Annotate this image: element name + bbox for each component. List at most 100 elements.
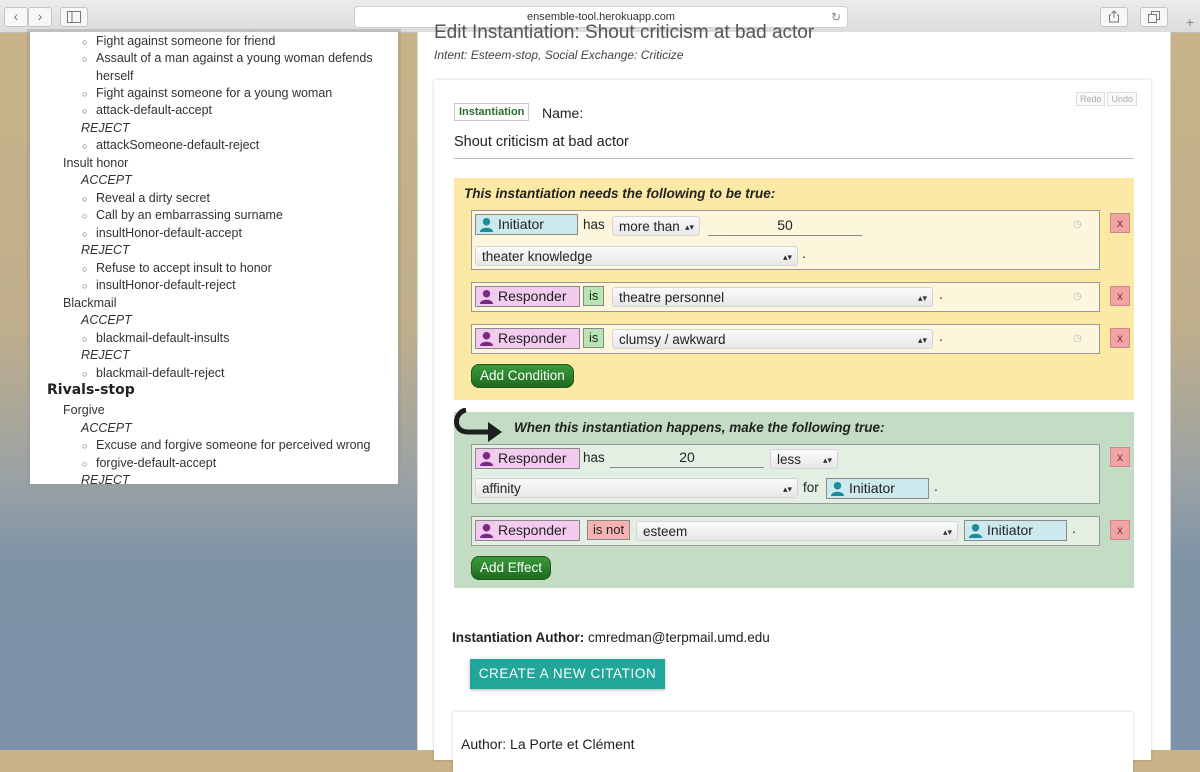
- responder-role[interactable]: Responder: [475, 328, 580, 349]
- select-caret-icon: ▴▾: [782, 484, 792, 494]
- initiator-role[interactable]: Initiator: [964, 520, 1067, 541]
- condition-row: Responder is theatre personnel ▴▾ . ◷: [471, 282, 1100, 312]
- sentence-end: .: [1072, 520, 1076, 536]
- tree-item[interactable]: Reveal a dirty secret: [30, 190, 210, 208]
- predicate-value: theater knowledge: [482, 249, 593, 264]
- tree-item[interactable]: Assault of a man against a young woman d…: [30, 50, 373, 68]
- delete-effect-button[interactable]: x: [1110, 447, 1130, 467]
- person-icon: [479, 523, 494, 538]
- delete-condition-button[interactable]: x: [1110, 328, 1130, 348]
- tree-category: Blackmail: [63, 296, 117, 310]
- select-caret-icon: ▴▾: [822, 455, 832, 465]
- tree-item[interactable]: attack-default-accept: [30, 102, 212, 120]
- history-controls: Redo Undo: [1074, 92, 1137, 106]
- effect-row: Responder has 20 less ▴▾ affinity ▴▾ for I…: [471, 444, 1100, 504]
- tree-item[interactable]: Fight against someone for a young woman: [30, 85, 332, 103]
- delete-condition-button[interactable]: x: [1110, 213, 1130, 233]
- tree-item[interactable]: Fight against someone for friend: [30, 33, 275, 51]
- responder-role[interactable]: Responder: [475, 448, 580, 469]
- person-icon: [479, 451, 494, 466]
- tree-category: Insult honor: [63, 156, 129, 170]
- direction-value: less: [777, 452, 802, 467]
- reload-icon[interactable]: ↻: [831, 7, 841, 27]
- effects-title: When this instantiation happens, make th…: [514, 420, 885, 435]
- sentence-end: .: [802, 245, 806, 261]
- sentence-end: .: [934, 478, 938, 494]
- select-caret-icon: ▴▾: [942, 527, 952, 537]
- clock-icon[interactable]: ◷: [1073, 291, 1082, 302]
- intent-line: Intent: Esteem-stop, Social Exchange: Cr…: [434, 48, 684, 62]
- tree-item[interactable]: Call by an embarrassing surname: [30, 207, 283, 225]
- comparison-value: more than: [619, 219, 680, 234]
- predicate-select[interactable]: theater knowledge ▴▾: [475, 246, 798, 266]
- person-icon: [830, 481, 845, 496]
- redo-button[interactable]: Redo: [1075, 92, 1106, 106]
- delete-condition-button[interactable]: x: [1110, 286, 1130, 306]
- undo-button[interactable]: Undo: [1107, 92, 1137, 106]
- role-label: Responder: [498, 288, 567, 304]
- initiator-role[interactable]: Initiator: [826, 478, 929, 499]
- instantiation-card: Instantiation Name: Redo Undo Shout criti…: [434, 80, 1151, 772]
- person-icon: [968, 523, 983, 538]
- is-toggle[interactable]: is: [583, 286, 605, 306]
- select-caret-icon: ▴▾: [684, 222, 694, 232]
- tree-item[interactable]: Excuse and forgive someone for perceived…: [30, 437, 370, 455]
- value-input[interactable]: 20: [610, 447, 764, 468]
- tree-item[interactable]: blackmail-default-insults: [30, 330, 229, 348]
- tabs-icon[interactable]: [1140, 7, 1168, 27]
- tree-category: Forgive: [63, 403, 105, 417]
- add-condition-button[interactable]: Add Condition: [471, 364, 574, 388]
- role-label: Responder: [498, 450, 567, 466]
- predicate-value: clumsy / awkward: [619, 332, 726, 347]
- is-toggle[interactable]: is: [583, 328, 605, 348]
- name-underline: [454, 158, 1134, 159]
- role-label: Initiator: [849, 480, 895, 496]
- create-citation-button[interactable]: CREATE A NEW CITATION: [470, 659, 665, 689]
- predicate-select[interactable]: affinity ▴▾: [475, 478, 798, 498]
- person-icon: [479, 217, 494, 232]
- sentence-end: .: [939, 286, 943, 302]
- role-label: Initiator: [498, 216, 544, 232]
- tree-section-header: REJECT: [81, 473, 130, 484]
- forward-button[interactable]: ›: [28, 7, 52, 27]
- tree-item[interactable]: attackSomeone-default-reject: [30, 137, 259, 155]
- comparison-select[interactable]: more than ▴▾: [612, 216, 700, 236]
- clock-icon[interactable]: ◷: [1073, 219, 1082, 230]
- tree-item[interactable]: Refuse to accept insult to honor: [30, 260, 272, 278]
- is-not-toggle[interactable]: is not: [587, 520, 631, 540]
- conditions-section: This instantiation needs the following t…: [454, 178, 1134, 400]
- responder-role[interactable]: Responder: [475, 520, 580, 541]
- delete-effect-button[interactable]: x: [1110, 520, 1130, 540]
- direction-select[interactable]: less ▴▾: [770, 449, 838, 469]
- name-input[interactable]: Shout criticism at bad actor: [454, 134, 629, 150]
- relation-verb: has: [583, 217, 605, 232]
- tree-section-header: REJECT: [81, 243, 130, 257]
- tree-item[interactable]: herself: [30, 68, 134, 85]
- tree-section-header: REJECT: [81, 121, 130, 135]
- conditions-title: This instantiation needs the following t…: [464, 186, 776, 201]
- for-label: for: [803, 480, 819, 495]
- new-tab-button[interactable]: +: [1180, 12, 1200, 32]
- predicate-select[interactable]: theatre personnel ▴▾: [612, 287, 933, 307]
- tree-section-header: REJECT: [81, 348, 130, 362]
- role-label: Responder: [498, 330, 567, 346]
- citation-card: Author: La Porte et Clément: [453, 712, 1133, 772]
- name-label: Name:: [542, 105, 584, 121]
- add-effect-button[interactable]: Add Effect: [471, 556, 552, 580]
- initiator-role[interactable]: Initiator: [475, 214, 578, 235]
- responder-role[interactable]: Responder: [475, 286, 580, 307]
- tree-item[interactable]: blackmail-default-reject: [30, 365, 225, 383]
- tree-item[interactable]: forgive-default-accept: [30, 455, 216, 473]
- value-input[interactable]: 50: [708, 215, 862, 236]
- sentence-end: .: [939, 328, 943, 344]
- back-button[interactable]: ‹: [4, 7, 28, 27]
- sidebar-toggle-icon[interactable]: [60, 7, 88, 27]
- clock-icon[interactable]: ◷: [1073, 333, 1082, 344]
- predicate-select[interactable]: clumsy / awkward ▴▾: [612, 329, 933, 349]
- share-icon[interactable]: [1100, 7, 1128, 27]
- predicate-select[interactable]: esteem ▴▾: [636, 521, 958, 541]
- tree-item[interactable]: insultHonor-default-accept: [30, 225, 242, 243]
- curved-arrow-icon: [454, 408, 502, 442]
- person-icon: [479, 289, 494, 304]
- tree-item[interactable]: insultHonor-default-reject: [30, 277, 236, 295]
